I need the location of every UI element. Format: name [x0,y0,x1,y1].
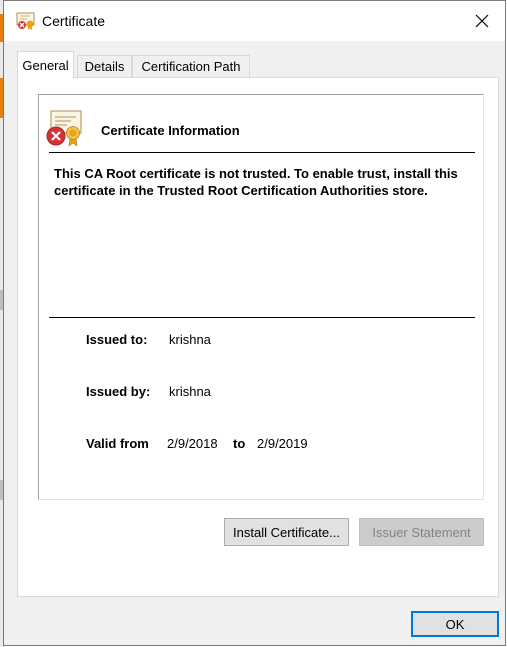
button-label: OK [445,616,465,632]
button-label: Issuer Statement [372,524,471,540]
tab-certification-path[interactable]: Certification Path [132,55,250,77]
certificate-dialog: Certificate General Details Certificatio… [3,0,506,646]
certificate-information-heading: Certificate Information [101,123,240,138]
issued-to-label: Issued to: [86,332,148,347]
valid-from-value: 2/9/2018 [167,436,218,451]
window-title: Certificate [42,13,106,29]
title-bar: Certificate [4,1,505,41]
install-certificate-button[interactable]: Install Certificate... [224,518,349,546]
certificate-info-box: Certificate Information This CA Root cer… [38,94,484,500]
valid-to-value: 2/9/2019 [257,436,308,451]
certificate-error-icon [45,109,85,147]
tab-general[interactable]: General [17,51,74,79]
tab-label: Details [84,59,125,74]
close-icon [475,14,489,28]
heading-divider [49,152,475,153]
tab-label: Certification Path [141,59,241,74]
valid-to-label: to [233,436,246,451]
tab-label: General [22,58,69,73]
ok-button[interactable]: OK [411,611,499,637]
issued-by-value: krishna [169,384,211,399]
issuer-statement-button: Issuer Statement [359,518,484,546]
tab-details[interactable]: Details [77,55,132,77]
close-button[interactable] [459,1,505,41]
issued-to-value: krishna [169,332,211,347]
details-divider [49,317,475,318]
general-tab-panel: Certificate Information This CA Root cer… [17,77,499,597]
button-label: Install Certificate... [233,524,340,540]
issued-by-label: Issued by: [86,384,151,399]
certificate-icon [16,12,36,30]
valid-from-label: Valid from [86,436,149,451]
trust-warning-text: This CA Root certificate is not trusted.… [54,166,458,198]
